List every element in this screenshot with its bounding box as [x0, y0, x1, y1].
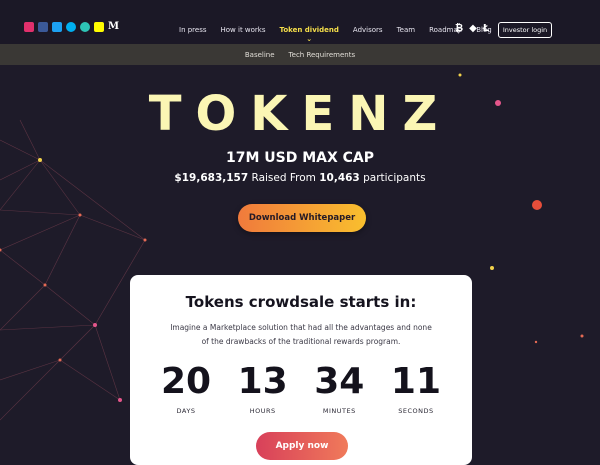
- nav-item-token-dividend[interactable]: Token dividend ⌄: [273, 26, 346, 43]
- skype-icon[interactable]: [66, 22, 76, 32]
- main-nav: In press How it works Token dividend ⌄ A…: [172, 26, 499, 43]
- max-cap-text: 17M USD MAX CAP: [225, 150, 375, 166]
- countdown-label: DAYS: [176, 407, 196, 415]
- participants-count: 10,463: [319, 172, 360, 184]
- countdown-timer: 20 DAYS 13 HOURS 34 MINUTES 11 SECONDS: [150, 361, 452, 415]
- subnav-item-baseline[interactable]: Baseline: [245, 51, 275, 59]
- apply-now-button[interactable]: Apply now: [256, 432, 348, 460]
- countdown-label: HOURS: [249, 407, 276, 415]
- chevron-down-icon: ⌄: [306, 35, 313, 43]
- bitcoin-icon: ₿: [455, 23, 464, 34]
- countdown-minutes: 34 MINUTES: [303, 361, 375, 415]
- countdown-value: 34: [314, 361, 365, 402]
- snapchat-icon[interactable]: [94, 22, 104, 32]
- nav-item-advisors[interactable]: Advisors: [346, 26, 390, 34]
- download-whitepaper-button[interactable]: Download Whitepaper: [238, 204, 366, 232]
- crowdsale-title: Tokens crowdsale starts in:: [185, 293, 417, 311]
- crowdsale-card: Tokens crowdsale starts in: Imagine a Ma…: [130, 275, 472, 465]
- participants-text: participants: [363, 172, 426, 184]
- countdown-label: SECONDS: [398, 407, 434, 415]
- raised-summary: $19,683,157 Raised From 10,463 participa…: [0, 172, 600, 184]
- nav-item-team[interactable]: Team: [390, 26, 423, 34]
- hero-title: TOKENZ: [148, 86, 452, 142]
- countdown-value: 20: [160, 361, 212, 402]
- crowdsale-description: Imagine a Marketplace solution that had …: [170, 323, 432, 346]
- facebook-icon[interactable]: [38, 22, 48, 32]
- investor-login-button[interactable]: Investor login: [498, 22, 552, 38]
- countdown-seconds: 11 SECONDS: [380, 361, 452, 415]
- countdown-value: 11: [390, 361, 442, 402]
- nav-item-label: Token dividend: [279, 26, 339, 34]
- reddit-icon[interactable]: [80, 22, 90, 32]
- litecoin-icon: Ł: [482, 23, 490, 34]
- nav-item-how-it-works[interactable]: How it works: [214, 26, 273, 34]
- top-navigation-bar: M In press How it works Token dividend ⌄…: [0, 0, 600, 44]
- crypto-icons: ₿ ◆ Ł: [455, 23, 489, 34]
- medium-icon[interactable]: M: [108, 22, 119, 32]
- social-links: M: [24, 22, 119, 32]
- countdown-label: MINUTES: [322, 407, 356, 415]
- ethereum-icon: ◆: [469, 23, 477, 34]
- countdown-value: 13: [237, 361, 288, 402]
- raised-text: Raised From: [251, 172, 316, 184]
- twitter-icon[interactable]: [52, 22, 62, 32]
- subnav-item-tech-requirements[interactable]: Tech Requirements: [289, 51, 356, 59]
- raised-amount: $19,683,157: [174, 172, 249, 184]
- countdown-days: 20 DAYS: [150, 361, 222, 415]
- sub-navigation-bar: Baseline Tech Requirements: [0, 44, 600, 65]
- instagram-icon[interactable]: [24, 22, 34, 32]
- nav-item-in-press[interactable]: In press: [172, 26, 214, 34]
- countdown-hours: 13 HOURS: [227, 361, 299, 415]
